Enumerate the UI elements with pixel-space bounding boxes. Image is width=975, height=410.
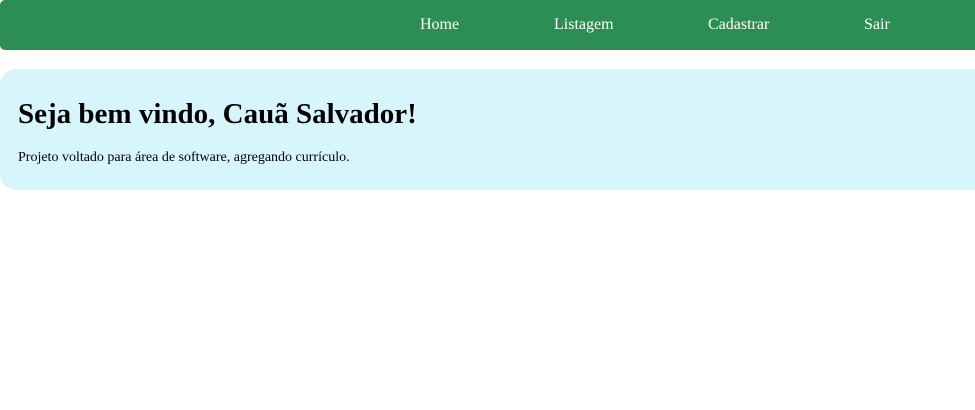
welcome-title: Seja bem vindo, Cauã Salvador!	[18, 98, 417, 130]
nav-link-home[interactable]: Home	[420, 0, 459, 50]
top-navbar: Home Listagem Cadastrar Sair	[0, 0, 975, 50]
nav-link-cadastrar[interactable]: Cadastrar	[708, 0, 769, 50]
nav-link-sair[interactable]: Sair	[864, 0, 890, 50]
nav-link-listagem[interactable]: Listagem	[554, 0, 614, 50]
welcome-description: Projeto voltado para área de software, a…	[18, 150, 350, 165]
